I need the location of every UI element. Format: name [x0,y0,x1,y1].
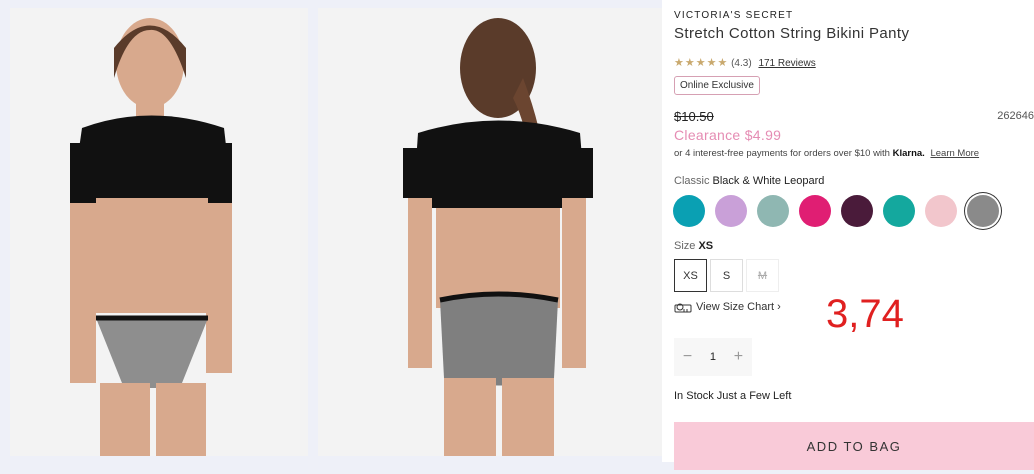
model-back-illustration [318,8,662,456]
size-chart-text: View Size Chart › [696,301,781,313]
add-to-bag-button[interactable]: ADD TO BAG [674,422,1034,470]
color-collection: Classic [674,175,710,187]
rating: ★★★★★ (4.3) 171 Reviews [674,56,816,69]
size-m-button[interactable]: M [746,259,779,292]
swatch-fuchsia[interactable] [799,195,831,227]
product-info-panel: VICTORIA'S SECRET Stretch Cotton String … [662,0,1034,470]
size-label: Size XS [674,240,713,252]
quantity-value: 1 [709,351,717,363]
quantity-stepper[interactable]: − 1 + [674,338,752,376]
rating-value: (4.3) [731,58,752,69]
online-exclusive-badge: Online Exclusive [674,76,760,95]
swatch-black-floral[interactable] [841,195,873,227]
selected-size: XS [698,240,714,252]
product-image-front[interactable] [10,8,308,456]
swatch-teal[interactable] [883,195,915,227]
swatch-sage[interactable] [757,195,789,227]
klarna-logo: Klarna. [892,148,925,159]
model-front-illustration [10,8,308,456]
stock-status: In Stock Just a Few Left [674,390,792,402]
klarna-installments: or 4 interest-free payments for orders o… [674,148,979,159]
klarna-text: or 4 interest-free payments for orders o… [674,148,890,159]
size-xs-button[interactable]: XS [674,259,707,292]
product-image-back[interactable] [318,8,662,456]
clearance-price: Clearance $4.99 [674,127,782,143]
selected-color: Black & White Leopard [712,175,825,187]
swatch-lavender-floral[interactable] [715,195,747,227]
size-caption: Size [674,240,696,252]
size-s-button[interactable]: S [710,259,743,292]
color-label: Classic Black & White Leopard [674,175,824,187]
original-price: $10.50 [674,109,714,124]
size-chart-link[interactable]: View Size Chart › [674,301,781,313]
klarna-learn-more-link[interactable]: Learn More [930,148,979,159]
price-annotation: 3,74 [826,292,904,336]
tape-measure-icon [674,303,692,312]
swatch-pink-print[interactable] [925,195,957,227]
product-title: Stretch Cotton String Bikini Panty [674,25,910,42]
quantity-decrease-button[interactable]: − [683,348,692,366]
star-rating-icon: ★★★★★ [674,57,729,69]
swatch-teal-floral[interactable] [673,195,705,227]
quantity-increase-button[interactable]: + [734,348,743,366]
brand-name: VICTORIA'S SECRET [674,10,794,21]
swatch-black-white-leopard[interactable] [967,195,999,227]
product-sku: 262646 [997,110,1034,122]
reviews-link[interactable]: 171 Reviews [758,58,815,69]
